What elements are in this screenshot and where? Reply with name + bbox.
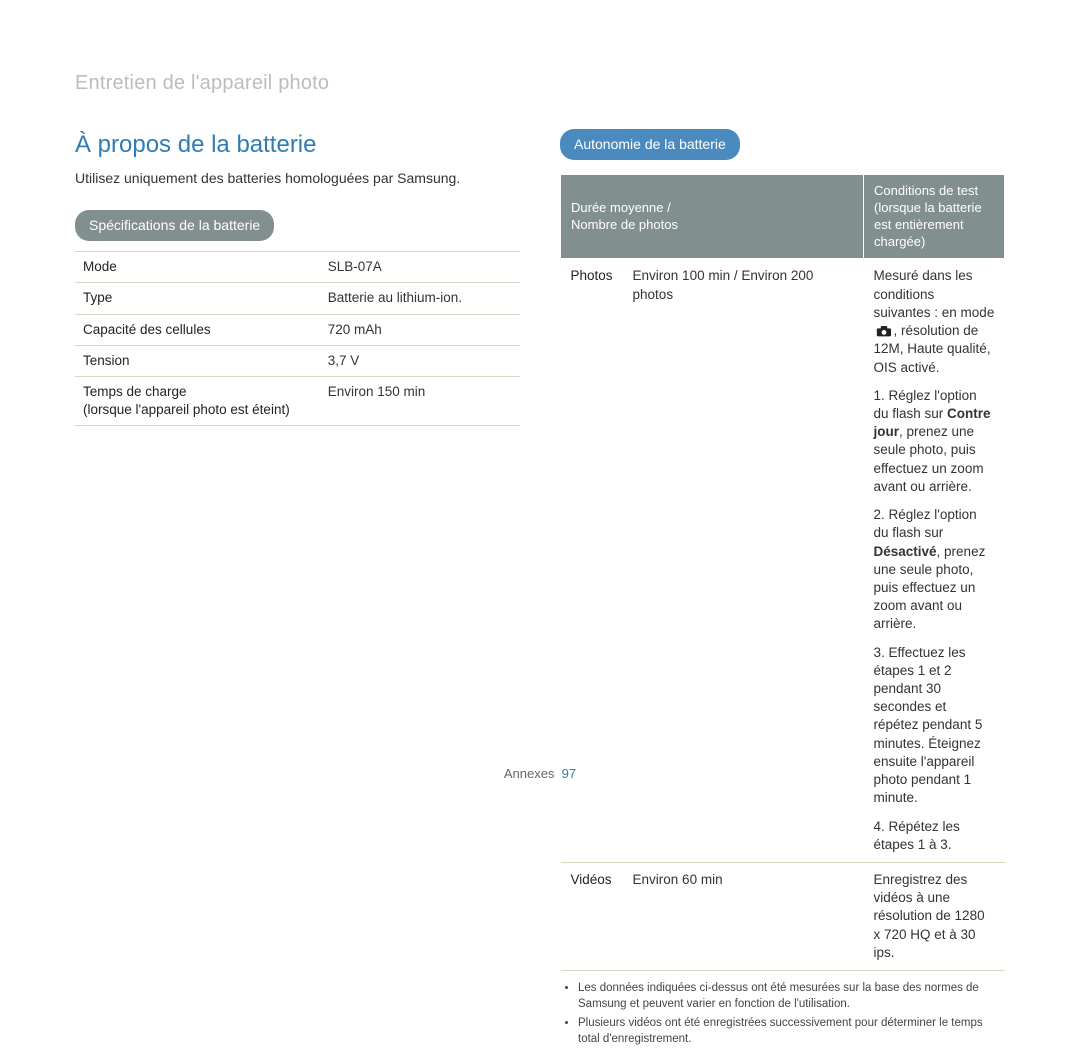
text-span: 2. Réglez l'option du flash sur [874,507,977,540]
table-row: Tension 3,7 V [75,345,520,376]
footnotes: Les données indiquées ci-dessus ont été … [560,981,1005,1047]
intro-text: Utilisez uniquement des batteries homolo… [75,169,520,188]
page-number: 97 [562,766,576,781]
spec-label: Temps de charge (lorsque l'appareil phot… [75,377,320,426]
spec-value: Batterie au lithium-ion. [320,283,520,314]
footer-section: Annexes [504,766,555,781]
footnote-item: Les données indiquées ci-dessus ont été … [578,981,1005,1012]
spec-heading-pill: Spécifications de la batterie [75,210,274,241]
column-left: À propos de la batterie Utilisez uniquem… [75,129,520,1051]
text-span: Mesuré dans les conditions suivantes : e… [874,268,995,319]
life-cond-step: 2. Réglez l'option du flash sur Désactiv… [874,506,995,634]
column-right: Autonomie de la batterie Durée moyenne /… [560,129,1005,1051]
page-title: À propos de la batterie [75,129,520,161]
spec-value: 3,7 V [320,345,520,376]
spec-label: Tension [75,345,320,376]
life-heading-pill: Autonomie de la batterie [560,129,740,160]
spec-label-sub: (lorsque l'appareil photo est éteint) [83,401,312,419]
table-row: Vidéos Environ 60 min Enregistrez des vi… [561,863,1005,971]
spec-label: Type [75,283,320,314]
life-cond-intro: Mesuré dans les conditions suivantes : e… [874,267,995,376]
table-row: Type Batterie au lithium-ion. [75,283,520,314]
table-row: Capacité des cellules 720 mAh [75,314,520,345]
life-row-label: Vidéos [561,863,623,971]
spec-value: 720 mAh [320,314,520,345]
life-cond-step: 4. Répétez les étapes 1 à 3. [874,818,995,854]
spec-table: Mode SLB-07A Type Batterie au lithium-io… [75,251,520,426]
table-row: Mode SLB-07A [75,252,520,283]
life-header-line: Durée moyenne / [571,200,671,215]
camera-icon [876,326,892,338]
life-header-line: Conditions de test (lorsque la batterie [874,183,982,215]
life-header-duration: Durée moyenne / Nombre de photos [561,174,864,259]
life-cond-step: 1. Réglez l'option du flash sur Contre j… [874,387,995,496]
spec-value: SLB-07A [320,252,520,283]
footnote-item: Plusieurs vidéos ont été enregistrées su… [578,1016,1005,1047]
life-row-value: Environ 60 min [623,863,864,971]
breadcrumb: Entretien de l'appareil photo [75,70,1005,97]
text-bold: Désactivé [874,544,937,559]
life-header-line: Nombre de photos [571,217,678,232]
life-header-line: est entièrement chargée) [874,217,964,249]
life-header-conditions: Conditions de test (lorsque la batterie … [864,174,1005,259]
page-footer: Annexes 97 [0,765,1080,783]
life-row-conditions: Enregistrez des vidéos à une résolution … [864,863,1005,971]
life-table-header: Durée moyenne / Nombre de photos Conditi… [561,174,1005,259]
table-row: Temps de charge (lorsque l'appareil phot… [75,377,520,426]
spec-label: Mode [75,252,320,283]
life-table: Durée moyenne / Nombre de photos Conditi… [560,174,1005,971]
spec-value: Environ 150 min [320,377,520,426]
spec-label: Capacité des cellules [75,314,320,345]
spec-label-main: Temps de charge [83,384,187,399]
